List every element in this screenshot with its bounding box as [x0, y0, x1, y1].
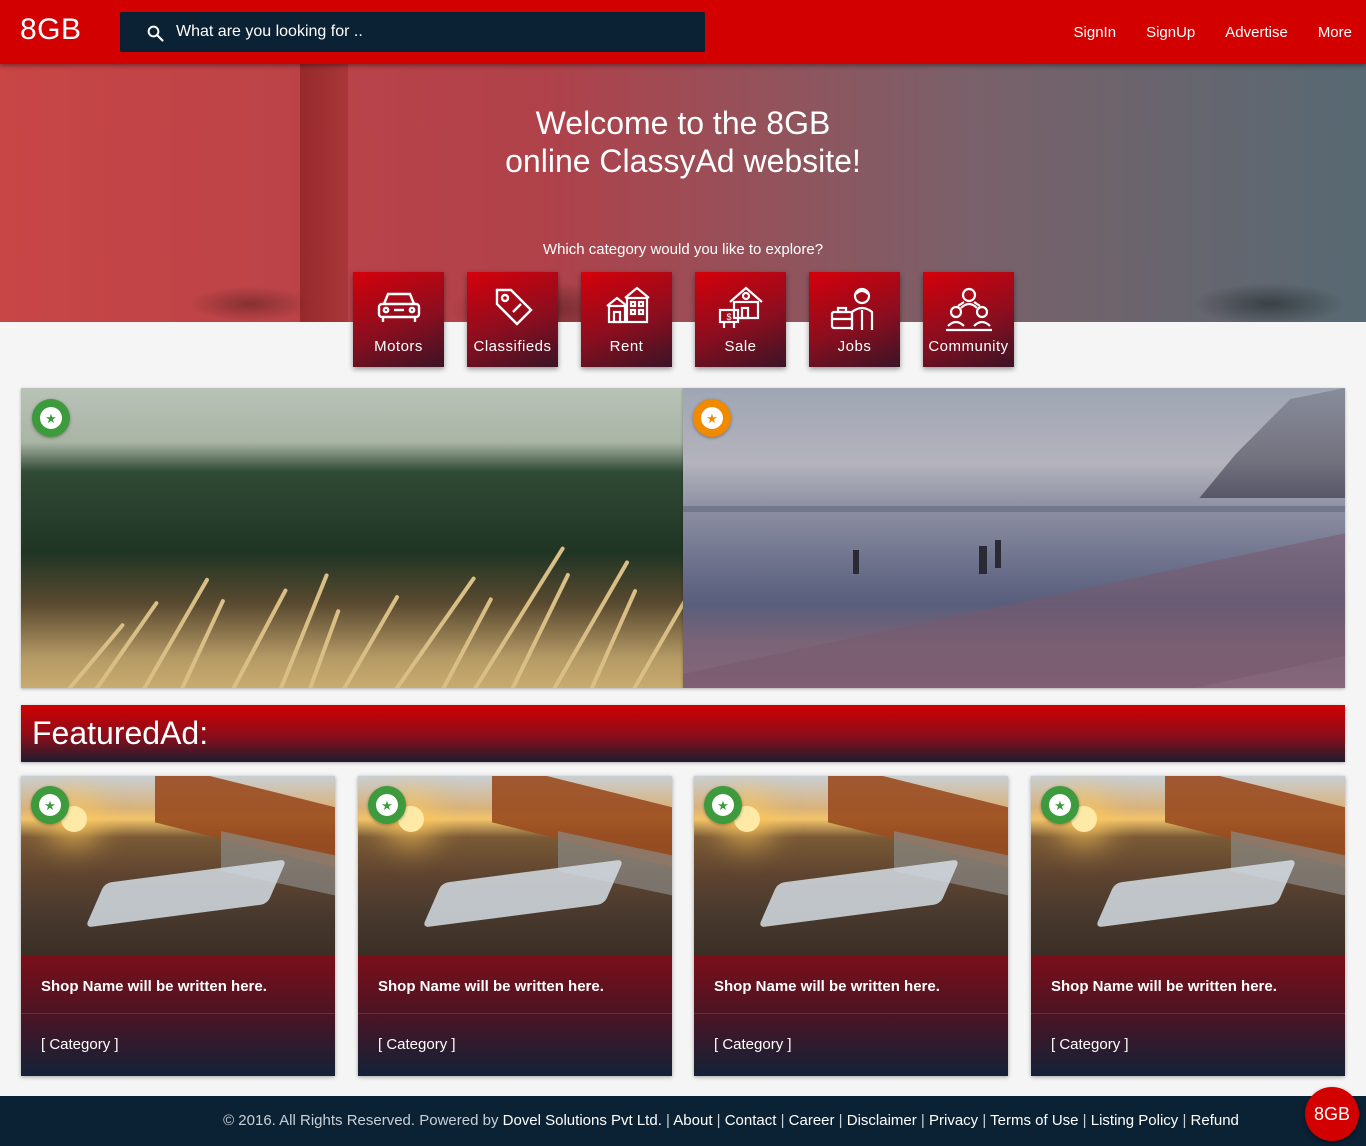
featured-badge: ★ [1041, 786, 1079, 824]
briefcase-person-icon [830, 287, 873, 330]
divider [694, 1013, 1008, 1014]
divider [358, 1013, 672, 1014]
company-link[interactable]: Dovel Solutions Pvt Ltd. [503, 1112, 662, 1129]
footer-text: © 2016. All Rights Reserved. Powered by … [223, 1112, 1239, 1129]
footer-link-terms[interactable]: Terms of Use [990, 1112, 1078, 1129]
star-icon: ★ [701, 407, 723, 429]
featured-ad-card[interactable]: ★ Shop Name will be written here. [ Cate… [1031, 776, 1345, 1076]
site-logo[interactable]: 8GB [20, 13, 82, 47]
nav-advertise-link[interactable]: Advertise [1225, 24, 1288, 41]
ad-card-body: Shop Name will be written here. [ Catego… [21, 956, 335, 1076]
search-bar[interactable] [120, 12, 705, 52]
footer-link-career[interactable]: Career [789, 1112, 835, 1129]
category-jobs-label: Jobs [837, 338, 872, 355]
category-sale[interactable]: $ Sale [695, 272, 786, 367]
star-icon: ★ [1049, 794, 1071, 816]
copyright-text: © 2016. All Rights Reserved. Powered by [223, 1112, 503, 1129]
category-classifieds[interactable]: Classifieds [467, 272, 558, 367]
floating-logo-button[interactable]: 8GB [1305, 1087, 1359, 1141]
star-icon: ★ [712, 794, 734, 816]
shop-name: Shop Name will be written here. [378, 978, 604, 995]
category-rent-label: Rent [609, 338, 644, 355]
featured-ad-card[interactable]: ★ Shop Name will be written here. [ Cate… [21, 776, 335, 1076]
ad-category: [ Category ] [1051, 1036, 1129, 1053]
hero-title-line1: Welcome to the 8GB [535, 105, 831, 141]
category-classifieds-label: Classifieds [473, 338, 552, 355]
category-community[interactable]: Community [923, 272, 1014, 367]
car-icon [377, 292, 420, 322]
featured-ad-header: FeaturedAd: [21, 705, 1345, 762]
featured-badge: ★ [32, 399, 70, 437]
featured-badge: ★ [31, 786, 69, 824]
top-navbar: 8GB SignIn SignUp Advertise More [0, 0, 1366, 64]
footer-link-disclaimer[interactable]: Disclaimer [847, 1112, 917, 1129]
category-motors-label: Motors [374, 338, 423, 355]
star-icon: ★ [39, 794, 61, 816]
divider [1031, 1013, 1345, 1014]
nav-signup-link[interactable]: SignUp [1146, 24, 1195, 41]
featured-ad-card[interactable]: ★ Shop Name will be written here. [ Cate… [358, 776, 672, 1076]
hero-title-line2: online ClassyAd website! [505, 143, 861, 179]
footer-link-refund[interactable]: Refund [1191, 1112, 1239, 1129]
ad-card-body: Shop Name will be written here. [ Catego… [694, 956, 1008, 1076]
category-sale-label: Sale [724, 338, 757, 355]
category-tiles: Motors Classifieds Rent $ Sale Jobs Comm… [353, 272, 1014, 367]
featured-ad-title: FeaturedAd: [32, 715, 209, 751]
featured-ad-card[interactable]: ★ Shop Name will be written here. [ Cate… [694, 776, 1008, 1076]
ad-card-body: Shop Name will be written here. [ Catego… [358, 956, 672, 1076]
shop-name: Shop Name will be written here. [41, 978, 267, 995]
category-motors[interactable]: Motors [353, 272, 444, 367]
category-jobs[interactable]: Jobs [809, 272, 900, 367]
footer-link-listing-policy[interactable]: Listing Policy [1091, 1112, 1179, 1129]
beach-image [683, 388, 1345, 688]
footer-link-about[interactable]: About [673, 1112, 712, 1129]
buildings-icon [605, 286, 650, 324]
footer: © 2016. All Rights Reserved. Powered by … [0, 1096, 1366, 1146]
nav-signin-link[interactable]: SignIn [1074, 24, 1117, 41]
search-input[interactable] [176, 12, 686, 52]
featured-badge: ★ [704, 786, 742, 824]
star-icon: ★ [40, 407, 62, 429]
search-icon[interactable] [146, 24, 164, 42]
ad-category: [ Category ] [378, 1036, 456, 1053]
featured-badge: ★ [693, 399, 731, 437]
wheat-field-image [21, 388, 683, 688]
people-group-icon [945, 287, 992, 332]
ad-card-body: Shop Name will be written here. [ Catego… [1031, 956, 1345, 1076]
category-rent[interactable]: Rent [581, 272, 672, 367]
category-community-label: Community [928, 338, 1009, 355]
footer-link-privacy[interactable]: Privacy [929, 1112, 978, 1129]
house-sale-icon: $ [718, 286, 763, 328]
promo-banner-right[interactable]: ★ [683, 388, 1345, 688]
shop-name: Shop Name will be written here. [1051, 978, 1277, 995]
divider [21, 1013, 335, 1014]
featured-badge: ★ [368, 786, 406, 824]
category-prompt: Which category would you like to explore… [542, 241, 824, 258]
nav-more-link[interactable]: More [1318, 24, 1352, 41]
ad-category: [ Category ] [41, 1036, 119, 1053]
star-icon: ★ [376, 794, 398, 816]
promo-banner-left[interactable]: ★ [21, 388, 683, 688]
nav-links: SignIn SignUp Advertise More [1074, 0, 1366, 64]
svg-text:$: $ [726, 312, 731, 322]
footer-link-contact[interactable]: Contact [725, 1112, 777, 1129]
hero-title: Welcome to the 8GB online ClassyAd websi… [0, 104, 1366, 180]
shop-name: Shop Name will be written here. [714, 978, 940, 995]
tag-icon [495, 288, 533, 326]
hero-background-post [300, 64, 348, 322]
ad-category: [ Category ] [714, 1036, 792, 1053]
